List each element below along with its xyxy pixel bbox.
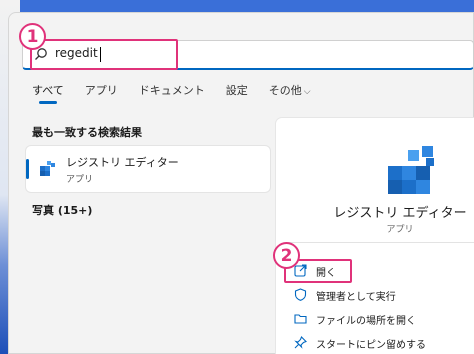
chevron-down-icon: ⌵ (303, 87, 311, 97)
detail-app-type: アプリ (386, 225, 414, 235)
pin-icon (294, 336, 307, 349)
best-match-type: アプリ (66, 175, 94, 185)
run-as-admin-label: 管理者として実行 (316, 292, 396, 303)
run-as-admin-action[interactable]: 管理者として実行 (276, 284, 474, 306)
annotation-badge-2: 2 (273, 242, 300, 269)
best-match-name: レジストリ エディター (66, 156, 179, 169)
annotation-badge-1: 1 (19, 23, 46, 50)
annotation-box-search (30, 39, 178, 70)
tab-apps[interactable]: アプリ (85, 84, 118, 108)
photos-heading[interactable]: 写真 (15+) (32, 202, 92, 218)
folder-icon (294, 314, 307, 324)
open-file-location-label: ファイルの場所を開く (316, 316, 416, 327)
filter-tabs: すべて アプリ ドキュメント 設定 その他 ⌵ (32, 84, 332, 108)
shield-icon (294, 288, 307, 301)
registry-editor-icon (40, 161, 55, 176)
best-match-result[interactable]: レジストリ エディター アプリ (26, 146, 270, 192)
tab-documents[interactable]: ドキュメント (139, 84, 205, 108)
registry-editor-icon (388, 146, 434, 194)
best-match-heading: 最も一致する検索結果 (32, 126, 142, 139)
divider (286, 242, 474, 243)
open-file-location-action[interactable]: ファイルの場所を開く (276, 308, 474, 330)
tab-all[interactable]: すべて (32, 84, 64, 108)
pin-to-start-label: スタートにピン留めする (316, 340, 426, 351)
tab-more-label: その他 (268, 84, 302, 97)
tab-more[interactable]: その他 ⌵ (269, 84, 311, 108)
selection-indicator (26, 159, 29, 179)
tab-settings[interactable]: 設定 (226, 84, 248, 108)
detail-app-name: レジストリ エディター (333, 206, 467, 221)
pin-to-start-action[interactable]: スタートにピン留めする (276, 332, 474, 354)
